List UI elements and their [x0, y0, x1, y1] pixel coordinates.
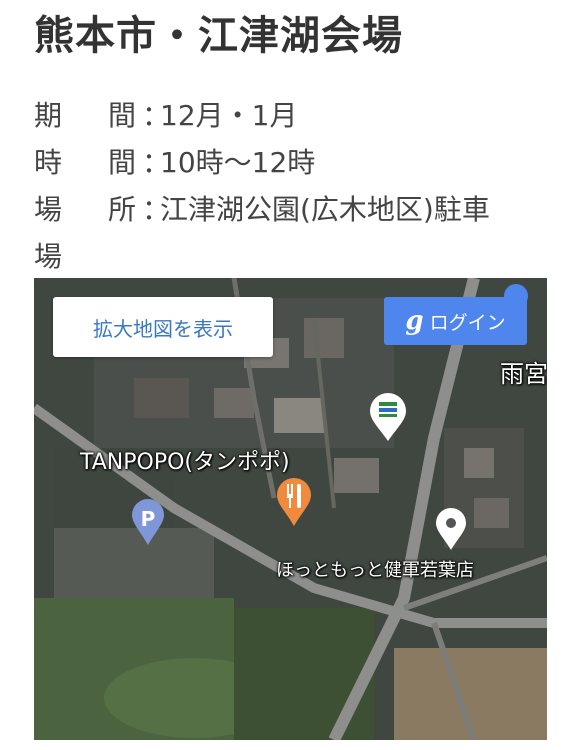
map-label-shop[interactable]: ほっともっと健軍若葉店: [276, 556, 474, 582]
info-value-time: 10時〜12時: [160, 146, 316, 179]
svg-text:P: P: [141, 507, 156, 531]
embedded-map[interactable]: P 拡大地図を表示 g ログイン TANPOPO(タンポポ) ほっともっと健軍若…: [34, 278, 547, 740]
expand-map-button[interactable]: 拡大地図を表示: [53, 297, 273, 357]
info-row-place: 場所 ： 江津湖公園(広木地区)駐車: [34, 186, 490, 233]
map-label-area: 雨宮: [500, 360, 547, 388]
info-label: 期間: [34, 99, 136, 132]
info-label: 場所: [34, 193, 136, 226]
info-separator: ：: [142, 99, 171, 132]
info-label: 時間: [34, 146, 136, 179]
event-info: 期間 ： 12月・1月 時間 ： 10時〜12時 場所 ： 江津湖公園(広木地区…: [34, 92, 490, 280]
info-separator: ：: [142, 146, 171, 179]
info-value-place-wrap: 場: [34, 240, 63, 273]
login-label: ログイン: [429, 311, 506, 334]
google-login-button[interactable]: g ログイン: [384, 297, 527, 345]
info-row-period: 期間 ： 12月・1月: [34, 92, 490, 139]
google-g-icon: g: [405, 306, 424, 336]
info-value-period: 12月・1月: [160, 99, 298, 132]
page-bottom-spacer: [0, 740, 563, 750]
info-separator: ：: [142, 193, 171, 226]
map-label-restaurant[interactable]: TANPOPO(タンポポ): [80, 444, 290, 476]
info-value-place: 江津湖公園(広木地区)駐車: [160, 193, 490, 226]
page-title: 熊本市・江津湖会場: [34, 13, 403, 59]
info-row-time: 時間 ： 10時〜12時: [34, 139, 490, 186]
